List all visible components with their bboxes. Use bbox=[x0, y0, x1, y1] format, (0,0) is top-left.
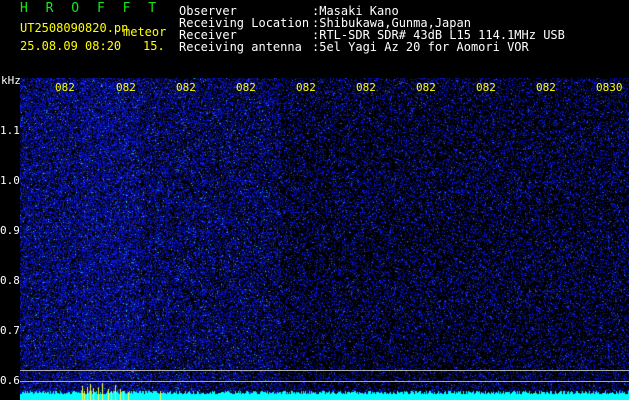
x-tick: 082 bbox=[116, 81, 136, 94]
antenna-label: Receiving antenna bbox=[179, 40, 302, 54]
x-tick: 082 bbox=[536, 81, 556, 94]
x-tick: 082 bbox=[356, 81, 376, 94]
x-tick: 082 bbox=[476, 81, 496, 94]
marker-line-lower bbox=[20, 381, 629, 382]
y-tick: 0.8 bbox=[0, 274, 20, 287]
y-tick: 0.9 bbox=[0, 224, 20, 237]
y-tick: 1.1 bbox=[0, 124, 20, 137]
antenna-value: :5el Yagi Az 20 for Aomori VOR bbox=[312, 40, 529, 54]
spectrogram-window: H R O F F T UT2508090820.pn meteor 25.08… bbox=[0, 0, 629, 400]
y-tick: 1.0 bbox=[0, 174, 20, 187]
x-tick: 0830 bbox=[596, 81, 623, 94]
spectrogram-plot bbox=[20, 78, 629, 400]
x-tick: 082 bbox=[296, 81, 316, 94]
marker-line-upper bbox=[20, 370, 629, 371]
x-tick: 082 bbox=[236, 81, 256, 94]
file-name: UT2508090820.pn bbox=[20, 21, 129, 35]
frequency-unit-label: kHz bbox=[1, 74, 21, 87]
y-tick: 0.6 bbox=[0, 374, 20, 387]
app-title: H R O F F T bbox=[20, 1, 162, 16]
step-value: 15. bbox=[143, 39, 165, 53]
x-tick: 082 bbox=[416, 81, 436, 94]
x-tick: 082 bbox=[176, 81, 196, 94]
y-tick: 0.7 bbox=[0, 324, 20, 337]
file-suffix: meteor bbox=[123, 25, 167, 39]
x-tick: 082 bbox=[55, 81, 75, 94]
date-time: 25.08.09 08:20 bbox=[20, 39, 122, 53]
spectrogram-canvas bbox=[20, 78, 629, 400]
